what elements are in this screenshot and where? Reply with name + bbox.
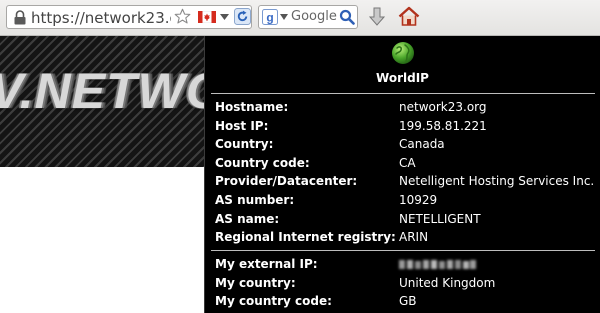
- hostname-row: Hostname: network23.org: [215, 98, 595, 117]
- as-name-row: AS name: NETELLIGENT: [215, 210, 595, 229]
- row-label: My country code:: [215, 294, 332, 309]
- row-value: Canada: [399, 137, 445, 152]
- search-bar[interactable]: g Google: [258, 5, 358, 29]
- canada-flag-icon[interactable]: [198, 11, 216, 23]
- provider-row: Provider/Datacenter: Netelligent Hosting…: [215, 172, 595, 191]
- row-label: Country code:: [215, 155, 310, 170]
- google-engine-icon[interactable]: g: [262, 9, 278, 25]
- reload-icon[interactable]: [234, 8, 251, 25]
- row-value: ARIN: [399, 230, 429, 245]
- row-label: My country:: [215, 275, 296, 290]
- divider: [211, 250, 595, 251]
- row-label: Regional Internet registry:: [215, 230, 396, 245]
- globe-icon: [392, 42, 414, 64]
- my-country-row: My country: United Kingdom: [215, 274, 595, 293]
- row-value: Netelligent Hosting Services Inc.: [399, 174, 595, 189]
- lock-icon: [14, 10, 26, 25]
- row-value: 199.58.81.221: [399, 118, 487, 133]
- bookmark-star-icon[interactable]: [174, 8, 191, 25]
- host-info-list: Hostname: network23.org Host IP: 199.58.…: [215, 98, 595, 247]
- banner-logo-text: V.NETWORK: [0, 63, 215, 119]
- worldip-popup: WorldIP Hostname: network23.org Host IP:…: [204, 36, 600, 313]
- svg-text:g: g: [266, 11, 273, 25]
- row-value: United Kingdom: [399, 275, 496, 290]
- my-external-ip-row: My external IP:: [215, 255, 595, 274]
- row-value: 10929: [399, 192, 438, 207]
- row-value: GB: [399, 294, 417, 309]
- url-text[interactable]: https://network23.o: [31, 9, 171, 27]
- row-label: AS name:: [215, 211, 280, 226]
- flag-dropdown-icon[interactable]: [220, 14, 229, 20]
- host-ip-row: Host IP: 199.58.81.221: [215, 117, 595, 136]
- row-value: network23.org: [399, 100, 487, 114]
- as-number-row: AS number: 10929: [215, 191, 595, 210]
- browser-toolbar: https://network23.o g Google: [0, 0, 600, 36]
- home-icon[interactable]: [398, 6, 420, 27]
- row-label: AS number:: [215, 192, 295, 207]
- divider: [211, 93, 595, 94]
- url-bar[interactable]: https://network23.o: [6, 5, 252, 29]
- row-label: Host IP:: [215, 118, 269, 133]
- country-row: Country: Canada: [215, 135, 595, 154]
- download-icon[interactable]: [368, 7, 386, 27]
- row-label: Country:: [215, 137, 274, 152]
- redacted-ip-value: [399, 260, 476, 269]
- my-country-code-row: My country code: GB: [215, 292, 595, 311]
- popup-title: WorldIP: [376, 71, 429, 85]
- search-icon[interactable]: [339, 9, 355, 25]
- site-banner: V.NETWORK: [0, 36, 215, 167]
- row-label: Provider/Datacenter:: [215, 174, 358, 189]
- row-value: CA: [399, 155, 416, 170]
- engine-dropdown-icon[interactable]: [280, 14, 288, 20]
- search-input[interactable]: Google: [291, 9, 337, 25]
- row-label: Hostname:: [215, 100, 289, 114]
- country-code-row: Country code: CA: [215, 154, 595, 173]
- registry-row: Regional Internet registry: ARIN: [215, 228, 595, 247]
- row-label: My external IP:: [215, 257, 318, 271]
- row-value: NETELLIGENT: [399, 211, 481, 226]
- my-info-list: My external IP: My country: United Kingd…: [215, 255, 595, 311]
